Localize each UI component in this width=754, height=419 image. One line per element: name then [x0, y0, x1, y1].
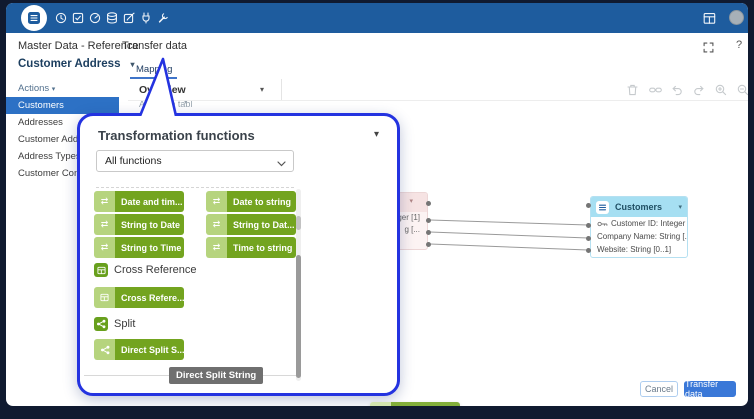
customers-table-node[interactable]: Customers ▾ Customer ID: Integer [1] Com…	[590, 196, 688, 258]
section-cross-reference: Cross Reference	[94, 263, 197, 277]
field-label: Website: String [0..1]	[597, 245, 671, 254]
fn-button-direct-split-string[interactable]: Direct Split S...	[94, 339, 184, 360]
field-label: Customer ID: Integer [1]	[611, 219, 687, 228]
fn-button-string-to-date[interactable]: ⇄String to Date	[94, 214, 184, 235]
fn-button-cross-reference[interactable]: Cross Refere...	[94, 287, 184, 308]
split-icon	[94, 339, 115, 360]
swap-icon: ⇄	[94, 191, 115, 212]
dashed-divider	[96, 187, 294, 188]
swap-icon: ⇄	[206, 191, 227, 212]
section-split: Split	[94, 317, 135, 331]
popup-callout-pointer	[136, 53, 186, 116]
fn-button-string-to-time[interactable]: ⇄String to Time	[94, 237, 184, 258]
customers-node-row[interactable]: Website: String [0..1]	[591, 243, 687, 256]
key-icon	[597, 220, 608, 228]
fn-button-time-to-string[interactable]: ⇄Time to string	[206, 237, 296, 258]
swap-icon: ⇄	[94, 237, 115, 258]
customers-node-row[interactable]: Company Name: String [...	[591, 230, 687, 243]
split-icon	[94, 317, 108, 331]
cross-reference-icon	[94, 263, 108, 277]
customers-node-title: Customers	[615, 202, 662, 212]
connector-dot[interactable]	[426, 230, 431, 235]
swap-icon: ⇄	[206, 214, 227, 235]
swap-icon: ⇄	[94, 214, 115, 235]
connector-dot[interactable]	[586, 203, 591, 208]
table-icon	[596, 201, 609, 214]
cross-reference-icon	[94, 287, 115, 308]
chevron-down-icon[interactable]: ▾	[409, 197, 413, 205]
fn-button-date-and-time[interactable]: ⇄Date and tim...	[94, 191, 184, 212]
connector-dot[interactable]	[426, 201, 431, 206]
split-icon	[370, 402, 391, 406]
chevron-down-icon[interactable]: ▾	[678, 203, 682, 211]
app-window: Master Data - Reference Transfer data ? …	[6, 3, 748, 406]
field-label: Company Name: String [...	[597, 232, 687, 241]
chevron-down-icon	[277, 158, 286, 170]
section-label: Cross Reference	[114, 264, 197, 276]
connector-dot[interactable]	[586, 236, 591, 241]
connector-dot[interactable]	[426, 242, 431, 247]
section-label: Split	[114, 318, 135, 330]
dragged-direct-split-string-button[interactable]: Direct Split S...	[370, 402, 460, 406]
transformation-functions-popup: Transformation functions ▾ All functions…	[77, 113, 400, 396]
popup-scrollbar-thumb[interactable]	[296, 255, 301, 378]
tooltip: Direct Split String	[169, 367, 263, 384]
fn-button-date-to-string[interactable]: ⇄Date to string	[206, 191, 296, 212]
connector-dot[interactable]	[426, 218, 431, 223]
popup-scrollbar-grip[interactable]	[296, 216, 301, 230]
collapse-caret-icon[interactable]: ▾	[374, 129, 379, 140]
swap-icon: ⇄	[206, 237, 227, 258]
customers-node-row[interactable]: Customer ID: Integer [1]	[591, 217, 687, 230]
connector-dot[interactable]	[586, 223, 591, 228]
fn-button-string-to-datetime[interactable]: ⇄String to Dat...	[206, 214, 296, 235]
function-filter-value: All functions	[105, 155, 162, 167]
popup-title: Transformation functions	[98, 128, 255, 143]
customers-node-header[interactable]: Customers ▾	[591, 197, 687, 217]
connector-dot[interactable]	[586, 248, 591, 253]
function-filter-select[interactable]: All functions	[96, 150, 294, 172]
